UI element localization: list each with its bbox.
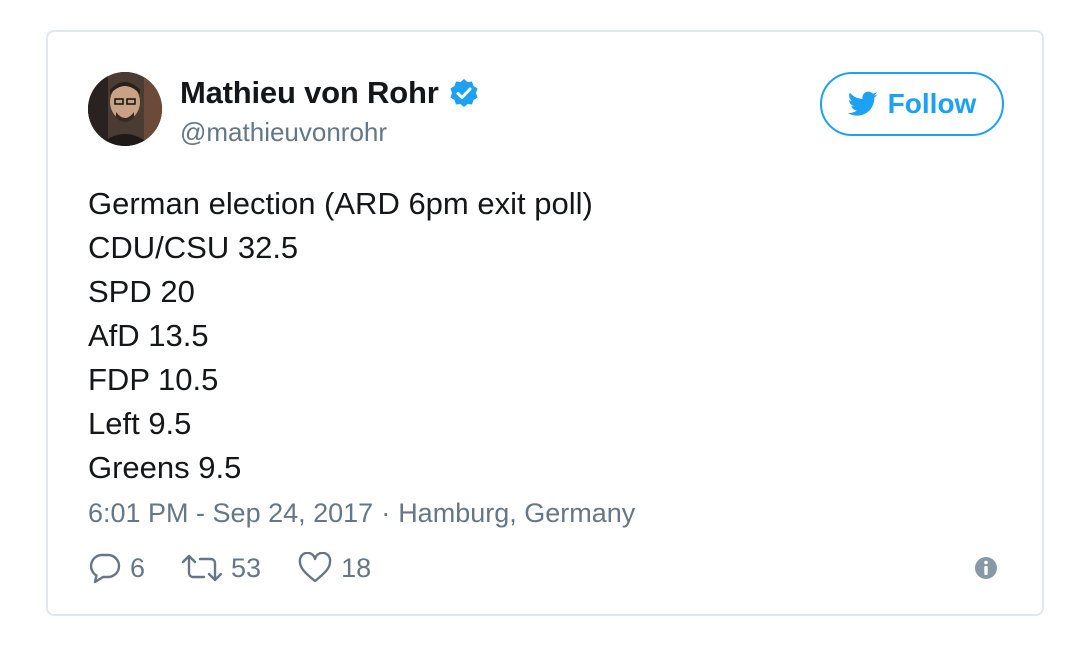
tweet-line: German election (ARD 6pm exit poll) [88,186,593,221]
like-count: 18 [341,552,372,583]
reply-bubble-icon [88,552,122,584]
tweet-line: Greens 9.5 [88,450,242,485]
reply-button[interactable]: 6 [88,552,145,584]
tweet-card: Mathieu von Rohr @mathieuvonrohr Follow … [46,30,1044,616]
verified-badge-icon [449,78,479,108]
heart-icon [297,552,333,584]
tweet-timestamp[interactable]: 6:01 PM - Sep 24, 2017 [88,498,373,528]
display-name-row: Mathieu von Rohr [180,76,479,110]
metadata-separator: · [381,498,391,528]
follow-button-label: Follow [887,88,977,119]
author-handle[interactable]: @mathieuvonrohr [180,117,479,147]
tweet-author: Mathieu von Rohr @mathieuvonrohr [180,76,479,147]
tweet-actions: 6 53 18 [88,552,371,584]
author-display-name[interactable]: Mathieu von Rohr [180,76,439,110]
twitter-bird-icon [847,91,878,117]
tweet-line: Left 9.5 [88,406,192,441]
retweet-icon [181,553,223,583]
follow-button[interactable]: Follow [820,72,1004,136]
tweet-line: FDP 10.5 [88,362,219,397]
retweet-count: 53 [231,552,262,583]
tweet-text: German election (ARD 6pm exit poll) CDU/… [88,182,593,490]
like-button[interactable]: 18 [297,552,371,584]
tweet-line: AfD 13.5 [88,318,209,353]
retweet-button[interactable]: 53 [181,553,261,584]
tweet-metadata: 6:01 PM - Sep 24, 2017 · Hamburg, Germany [88,496,635,530]
tweet-line: SPD 20 [88,274,195,309]
reply-count: 6 [130,552,146,583]
tweet-line: CDU/CSU 32.5 [88,230,299,265]
avatar[interactable] [88,72,162,146]
info-icon[interactable] [974,556,998,580]
tweet-location[interactable]: Hamburg, Germany [398,498,635,528]
